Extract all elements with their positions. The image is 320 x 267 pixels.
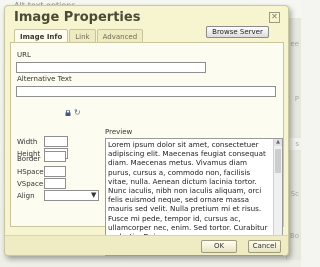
dialog-title: Image Properties — [14, 10, 141, 25]
background-text: P — [294, 95, 299, 103]
border-input[interactable] — [44, 151, 66, 162]
close-icon[interactable]: ✕ — [269, 12, 280, 23]
url-label: URL — [17, 51, 31, 59]
dialog-footer — [5, 235, 288, 255]
hspace-label: HSpace — [17, 168, 44, 176]
preview-text: Lorem ipsum dolor sit amet, consectetuer… — [108, 140, 268, 241]
background-text: s — [295, 140, 299, 148]
width-input[interactable] — [44, 136, 68, 147]
tab-bar: Image Info Link Advanced — [14, 29, 144, 43]
cancel-button[interactable]: Cancel — [248, 240, 281, 253]
align-label: Align — [17, 192, 35, 200]
vspace-input[interactable] — [44, 178, 66, 189]
tab-link[interactable]: Link — [69, 29, 96, 43]
tab-advanced[interactable]: Advanced — [96, 29, 144, 43]
alt-text-input[interactable] — [16, 86, 276, 97]
width-label: Width — [17, 138, 38, 146]
chevron-down-icon[interactable]: ▼ — [91, 191, 96, 199]
background-text: Sc — [290, 190, 299, 198]
alt-text-label: Alternative Text — [17, 75, 72, 83]
background-text: ee — [290, 40, 299, 48]
preview-label: Preview — [105, 128, 133, 136]
vspace-label: VSpace — [17, 180, 44, 188]
border-label: Border — [17, 155, 41, 163]
hspace-input[interactable] — [44, 166, 66, 177]
url-input[interactable] — [16, 62, 206, 73]
lock-ratio-icon[interactable] — [65, 110, 71, 116]
tab-image-info[interactable]: Image Info — [14, 29, 69, 43]
image-properties-dialog: Image Properties ✕ Image Info Link Advan… — [4, 5, 289, 256]
browse-server-button[interactable]: Browse Server — [206, 26, 269, 38]
scroll-thumb[interactable] — [275, 149, 281, 173]
ok-button[interactable]: OK — [201, 240, 237, 253]
background-text: Bo — [289, 232, 299, 240]
reset-size-icon[interactable]: ↻ — [74, 108, 81, 117]
scroll-up-icon[interactable]: ▲ — [274, 139, 282, 146]
